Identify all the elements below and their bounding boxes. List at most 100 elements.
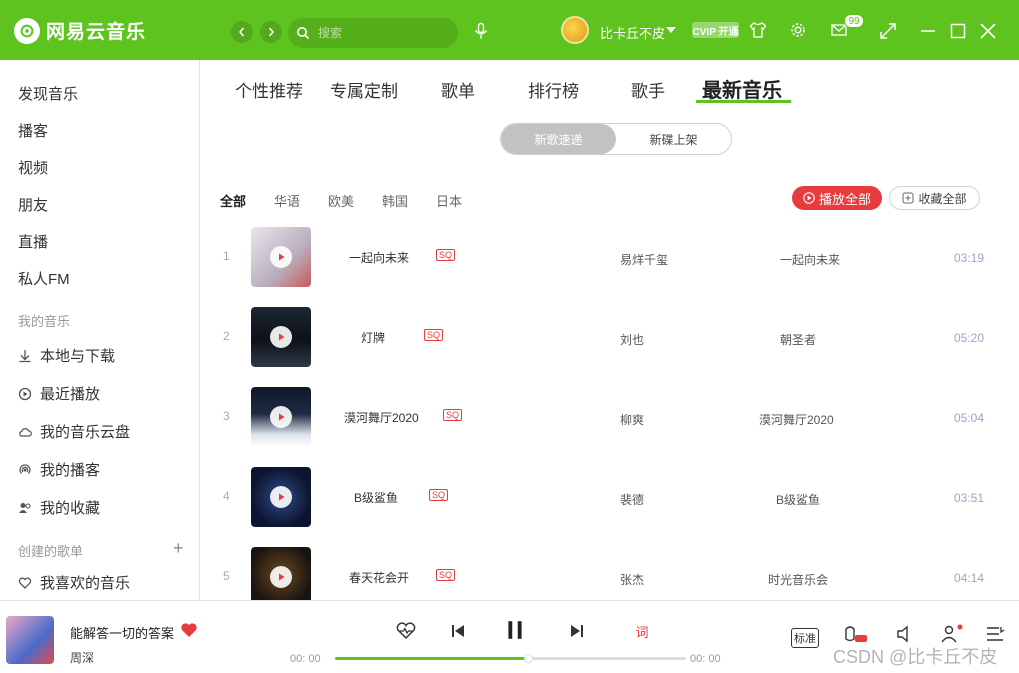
progress-bar[interactable] bbox=[335, 654, 686, 663]
sidebar-item-discover[interactable]: 发现音乐 bbox=[18, 83, 78, 104]
playlist-button[interactable] bbox=[984, 623, 1006, 645]
forward-button[interactable] bbox=[260, 21, 282, 43]
song-cover[interactable] bbox=[251, 307, 311, 367]
shrink-icon bbox=[880, 23, 896, 39]
close-button[interactable] bbox=[978, 21, 998, 41]
tab-custom[interactable]: 专属定制 bbox=[330, 77, 398, 102]
active-tab-indicator bbox=[696, 100, 791, 103]
pause-button[interactable] bbox=[502, 617, 528, 643]
search-input[interactable] bbox=[318, 26, 448, 40]
playlist-icon bbox=[987, 627, 1005, 641]
voice-search-button[interactable] bbox=[471, 20, 491, 42]
sidebar-item-live[interactable]: 直播 bbox=[18, 231, 48, 252]
song-row[interactable]: 5 春天花会开 SQ 张杰 时光音乐会 04:14 bbox=[201, 543, 1019, 600]
chevron-right-icon bbox=[268, 27, 275, 37]
song-album[interactable]: 一起向未来 bbox=[780, 251, 840, 268]
play-icon[interactable] bbox=[270, 486, 292, 508]
sq-badge: SQ bbox=[424, 329, 444, 341]
username[interactable]: 比卡丘不皮 bbox=[600, 23, 665, 42]
song-artist[interactable]: 裴德 bbox=[620, 491, 644, 508]
segment-new-albums[interactable]: 新碟上架 bbox=[616, 124, 731, 154]
song-artist[interactable]: 易烊千玺 bbox=[620, 251, 668, 268]
song-row[interactable]: 4 B级鲨鱼 SQ 裴德 B级鲨鱼 03:51 bbox=[201, 463, 1019, 543]
play-icon[interactable] bbox=[270, 246, 292, 268]
play-icon[interactable] bbox=[270, 566, 292, 588]
vip-badge[interactable]: CVIP 开通 bbox=[692, 22, 739, 38]
filter-chinese[interactable]: 华语 bbox=[274, 191, 300, 210]
song-row[interactable]: 2 灯牌 SQ 刘也 朝圣者 05:20 bbox=[201, 303, 1019, 383]
sidebar-item-friends[interactable]: 朋友 bbox=[18, 194, 48, 215]
play-circle-icon bbox=[803, 192, 815, 204]
liked-heart-icon[interactable] bbox=[180, 621, 198, 639]
tab-personal-recommend[interactable]: 个性推荐 bbox=[235, 77, 303, 102]
tab-playlist[interactable]: 歌单 bbox=[441, 77, 475, 102]
now-playing-cover[interactable] bbox=[6, 616, 54, 664]
song-album[interactable]: 时光音乐会 bbox=[768, 571, 828, 588]
tab-artists[interactable]: 歌手 bbox=[631, 77, 665, 102]
song-artist[interactable]: 张杰 bbox=[620, 571, 644, 588]
sidebar-item-local-download[interactable]: 本地与下载 bbox=[18, 345, 115, 366]
tab-charts[interactable]: 排行榜 bbox=[528, 77, 579, 102]
back-button[interactable] bbox=[231, 21, 253, 43]
cloud-icon bbox=[19, 427, 32, 437]
maximize-button[interactable] bbox=[948, 21, 968, 41]
segment-new-songs[interactable]: 新歌速递 bbox=[501, 124, 616, 154]
quality-button[interactable]: 标准 bbox=[791, 628, 819, 648]
sidebar-item-recent-play[interactable]: 最近播放 bbox=[18, 383, 100, 404]
play-icon[interactable] bbox=[270, 326, 292, 348]
song-title: 一起向未来 bbox=[349, 251, 410, 265]
podcast-icon bbox=[19, 463, 31, 474]
sound-effect-icon bbox=[845, 626, 867, 642]
now-playing-title[interactable]: 能解答一切的答案 bbox=[70, 623, 174, 642]
filter-all[interactable]: 全部 bbox=[220, 191, 246, 210]
now-playing-artist[interactable]: 周深 bbox=[70, 649, 94, 666]
song-album[interactable]: 漠河舞厅2020 bbox=[759, 411, 834, 428]
app-logo[interactable]: 网易云音乐 bbox=[14, 17, 146, 44]
user-avatar[interactable] bbox=[561, 16, 589, 44]
song-album[interactable]: B级鲨鱼 bbox=[776, 491, 820, 508]
previous-button[interactable] bbox=[448, 621, 468, 641]
sidebar-item-private-fm[interactable]: 私人FM bbox=[18, 268, 70, 289]
song-row[interactable]: 3 漠河舞厅2020 SQ 柳爽 漠河舞厅2020 05:04 bbox=[201, 383, 1019, 463]
sidebar-item-my-collection[interactable]: 我的收藏 bbox=[18, 497, 100, 518]
filter-western[interactable]: 欧美 bbox=[328, 191, 354, 210]
chevron-left-icon bbox=[238, 27, 245, 37]
filter-korean[interactable]: 韩国 bbox=[382, 191, 408, 210]
tab-new-music[interactable]: 最新音乐 bbox=[702, 74, 782, 103]
song-cover[interactable] bbox=[251, 227, 311, 287]
minimize-button[interactable] bbox=[918, 21, 938, 41]
sound-effects-button[interactable] bbox=[842, 623, 868, 645]
sidebar-item-liked-music[interactable]: 我喜欢的音乐 bbox=[18, 572, 130, 593]
sidebar-item-video[interactable]: 视频 bbox=[18, 157, 48, 178]
song-row[interactable]: 1 一起向未来 SQ 易烊千玺 一起向未来 03:19 bbox=[201, 223, 1019, 303]
heart-icon bbox=[18, 577, 32, 589]
song-cover[interactable] bbox=[251, 547, 311, 600]
song-artist[interactable]: 柳爽 bbox=[620, 411, 644, 428]
settings-button[interactable] bbox=[788, 20, 808, 40]
volume-button[interactable] bbox=[894, 623, 916, 645]
download-icon bbox=[19, 349, 31, 362]
collect-all-button[interactable]: 收藏全部 bbox=[889, 186, 980, 210]
next-button[interactable] bbox=[567, 621, 587, 641]
gear-icon bbox=[791, 23, 805, 37]
skin-button[interactable] bbox=[748, 20, 768, 40]
sidebar-item-cloud-disk[interactable]: 我的音乐云盘 bbox=[18, 421, 130, 442]
sidebar-item-my-podcast[interactable]: 我的播客 bbox=[18, 459, 100, 480]
sidebar-item-podcast[interactable]: 播客 bbox=[18, 120, 48, 141]
caret-down-icon[interactable] bbox=[666, 27, 676, 33]
play-all-button[interactable]: 播放全部 bbox=[792, 186, 882, 210]
song-cover[interactable] bbox=[251, 387, 311, 447]
play-mode-button[interactable] bbox=[394, 619, 418, 643]
add-playlist-button[interactable]: + bbox=[173, 538, 184, 559]
progress-handle[interactable] bbox=[524, 654, 534, 663]
song-album[interactable]: 朝圣者 bbox=[780, 331, 816, 348]
lyrics-button[interactable]: 词 bbox=[632, 621, 652, 641]
song-cover[interactable] bbox=[251, 467, 311, 527]
maximize-icon bbox=[950, 23, 966, 39]
song-artist[interactable]: 刘也 bbox=[620, 331, 644, 348]
filter-japanese[interactable]: 日本 bbox=[436, 191, 462, 210]
listen-together-button[interactable] bbox=[940, 623, 964, 645]
search-box[interactable] bbox=[288, 18, 458, 48]
play-icon[interactable] bbox=[270, 406, 292, 428]
mini-mode-button[interactable] bbox=[878, 21, 898, 41]
